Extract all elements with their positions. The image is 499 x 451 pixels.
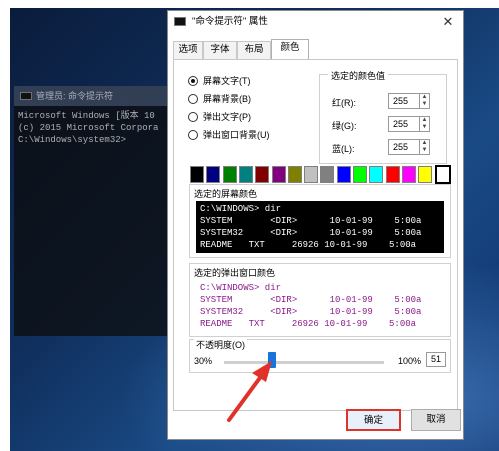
opacity-label: 不透明度(O)	[194, 338, 247, 351]
console-title-text: 管理员: 命令提示符	[36, 91, 114, 101]
blue-input[interactable]: 255	[388, 139, 420, 155]
tab-options[interactable]: 选项	[173, 41, 203, 59]
radio-popup-text[interactable]: 弹出文字(P)	[188, 110, 251, 124]
color-palette	[190, 165, 455, 186]
red-value-row: 红(R): 255 ▲ ▼	[320, 93, 448, 111]
cmd-icon	[174, 17, 186, 26]
radio-label: 屏幕文字(T)	[203, 76, 251, 86]
tab-font[interactable]: 字体	[203, 41, 237, 59]
console-line: C:\Windows\system32>	[18, 135, 127, 145]
image-border-top	[0, 0, 499, 8]
radio-screen-background[interactable]: 屏幕背景(B)	[188, 92, 251, 106]
color-swatch[interactable]	[320, 166, 335, 183]
tab-layout[interactable]: 布局	[237, 41, 271, 59]
opacity-group: 不透明度(O) 30% 100% 51	[189, 338, 451, 373]
blue-label: 蓝(L):	[332, 144, 355, 154]
radio-button[interactable]	[188, 130, 198, 140]
dialog-titlebar[interactable]: "命令提示符" 属性 ✕	[168, 11, 463, 33]
color-swatch[interactable]	[206, 166, 221, 183]
console-line: (c) 2015 Microsoft Corpora	[18, 123, 159, 133]
opacity-slider-thumb[interactable]	[268, 352, 276, 368]
popup-preview-label: 选定的弹出窗口颜色	[194, 268, 276, 278]
opacity-min-label: 30%	[194, 356, 213, 366]
red-spinner[interactable]: ▲ ▼	[420, 93, 430, 109]
color-swatch[interactable]	[271, 166, 286, 183]
color-swatch[interactable]	[434, 165, 451, 184]
spin-up-icon[interactable]: ▲	[420, 117, 429, 124]
blue-spinner[interactable]: ▲ ▼	[420, 139, 430, 155]
green-input[interactable]: 255	[388, 116, 420, 132]
color-swatch[interactable]	[304, 166, 319, 183]
color-swatch[interactable]	[287, 166, 302, 183]
close-icon[interactable]: ✕	[439, 13, 457, 31]
spin-up-icon[interactable]: ▲	[420, 94, 429, 101]
cancel-button[interactable]: 取消	[411, 409, 461, 431]
popup-preview-group: 选定的弹出窗口颜色 C:\WINDOWS> dir SYSTEM <DIR> 1…	[189, 263, 451, 337]
dialog-title: "命令提示符" 属性	[192, 16, 268, 27]
screen-preview-label: 选定的屏幕颜色	[194, 189, 258, 199]
opacity-max-label: 100%	[398, 356, 422, 366]
opacity-slider-track[interactable]	[224, 361, 384, 364]
radio-button[interactable]	[188, 76, 198, 86]
console-titlebar[interactable]: 管理员: 命令提示符	[14, 86, 174, 106]
console-line: Microsoft Windows [版本 10	[18, 111, 155, 121]
spin-up-icon[interactable]: ▲	[420, 140, 429, 147]
color-swatch[interactable]	[238, 166, 253, 183]
blue-value-row: 蓝(L): 255 ▲ ▼	[320, 139, 448, 157]
selected-color-values-group: 选定的颜色值 红(R): 255 ▲ ▼ 绿(G): 255 ▲ ▼ 蓝(L): 2…	[319, 69, 448, 164]
spin-down-icon[interactable]: ▼	[420, 147, 429, 154]
color-swatch[interactable]	[222, 166, 237, 183]
color-swatch[interactable]	[401, 166, 416, 183]
screen-preview-group: 选定的屏幕颜色 C:\WINDOWS> dir SYSTEM <DIR> 10-…	[189, 184, 451, 258]
radio-screen-text[interactable]: 屏幕文字(T)	[188, 74, 251, 88]
red-input[interactable]: 255	[388, 93, 420, 109]
radio-label: 屏幕背景(B)	[203, 94, 251, 104]
green-value-row: 绿(G): 255 ▲ ▼	[320, 116, 448, 134]
radio-label: 弹出窗口背景(U)	[203, 130, 270, 140]
red-label: 红(R):	[332, 98, 356, 108]
spin-down-icon[interactable]: ▼	[420, 101, 429, 108]
image-border-left	[0, 0, 10, 451]
radio-button[interactable]	[188, 112, 198, 122]
opacity-value-field[interactable]: 51	[426, 352, 446, 367]
ok-button[interactable]: 确定	[346, 409, 401, 431]
radio-popup-background[interactable]: 弹出窗口背景(U)	[188, 128, 270, 142]
radio-button[interactable]	[188, 94, 198, 104]
color-swatch[interactable]	[369, 166, 384, 183]
green-label: 绿(G):	[332, 121, 357, 131]
spin-down-icon[interactable]: ▼	[420, 124, 429, 131]
popup-preview: C:\WINDOWS> dir SYSTEM <DIR> 10-01-99 5:…	[196, 280, 444, 332]
cmd-icon	[20, 92, 32, 100]
group-legend: 选定的颜色值	[328, 69, 389, 82]
color-swatch[interactable]	[190, 166, 204, 183]
console-output: Microsoft Windows [版本 10 (c) 2015 Microso…	[18, 110, 168, 146]
color-swatch[interactable]	[353, 166, 367, 183]
color-swatch[interactable]	[418, 166, 433, 183]
color-swatch[interactable]	[385, 166, 400, 183]
radio-label: 弹出文字(P)	[203, 112, 251, 122]
color-swatch[interactable]	[255, 166, 270, 183]
screen-preview: C:\WINDOWS> dir SYSTEM <DIR> 10-01-99 5:…	[196, 201, 444, 253]
color-swatch[interactable]	[336, 166, 351, 183]
tab-colors[interactable]: 颜色	[271, 39, 309, 60]
green-spinner[interactable]: ▲ ▼	[420, 116, 430, 132]
